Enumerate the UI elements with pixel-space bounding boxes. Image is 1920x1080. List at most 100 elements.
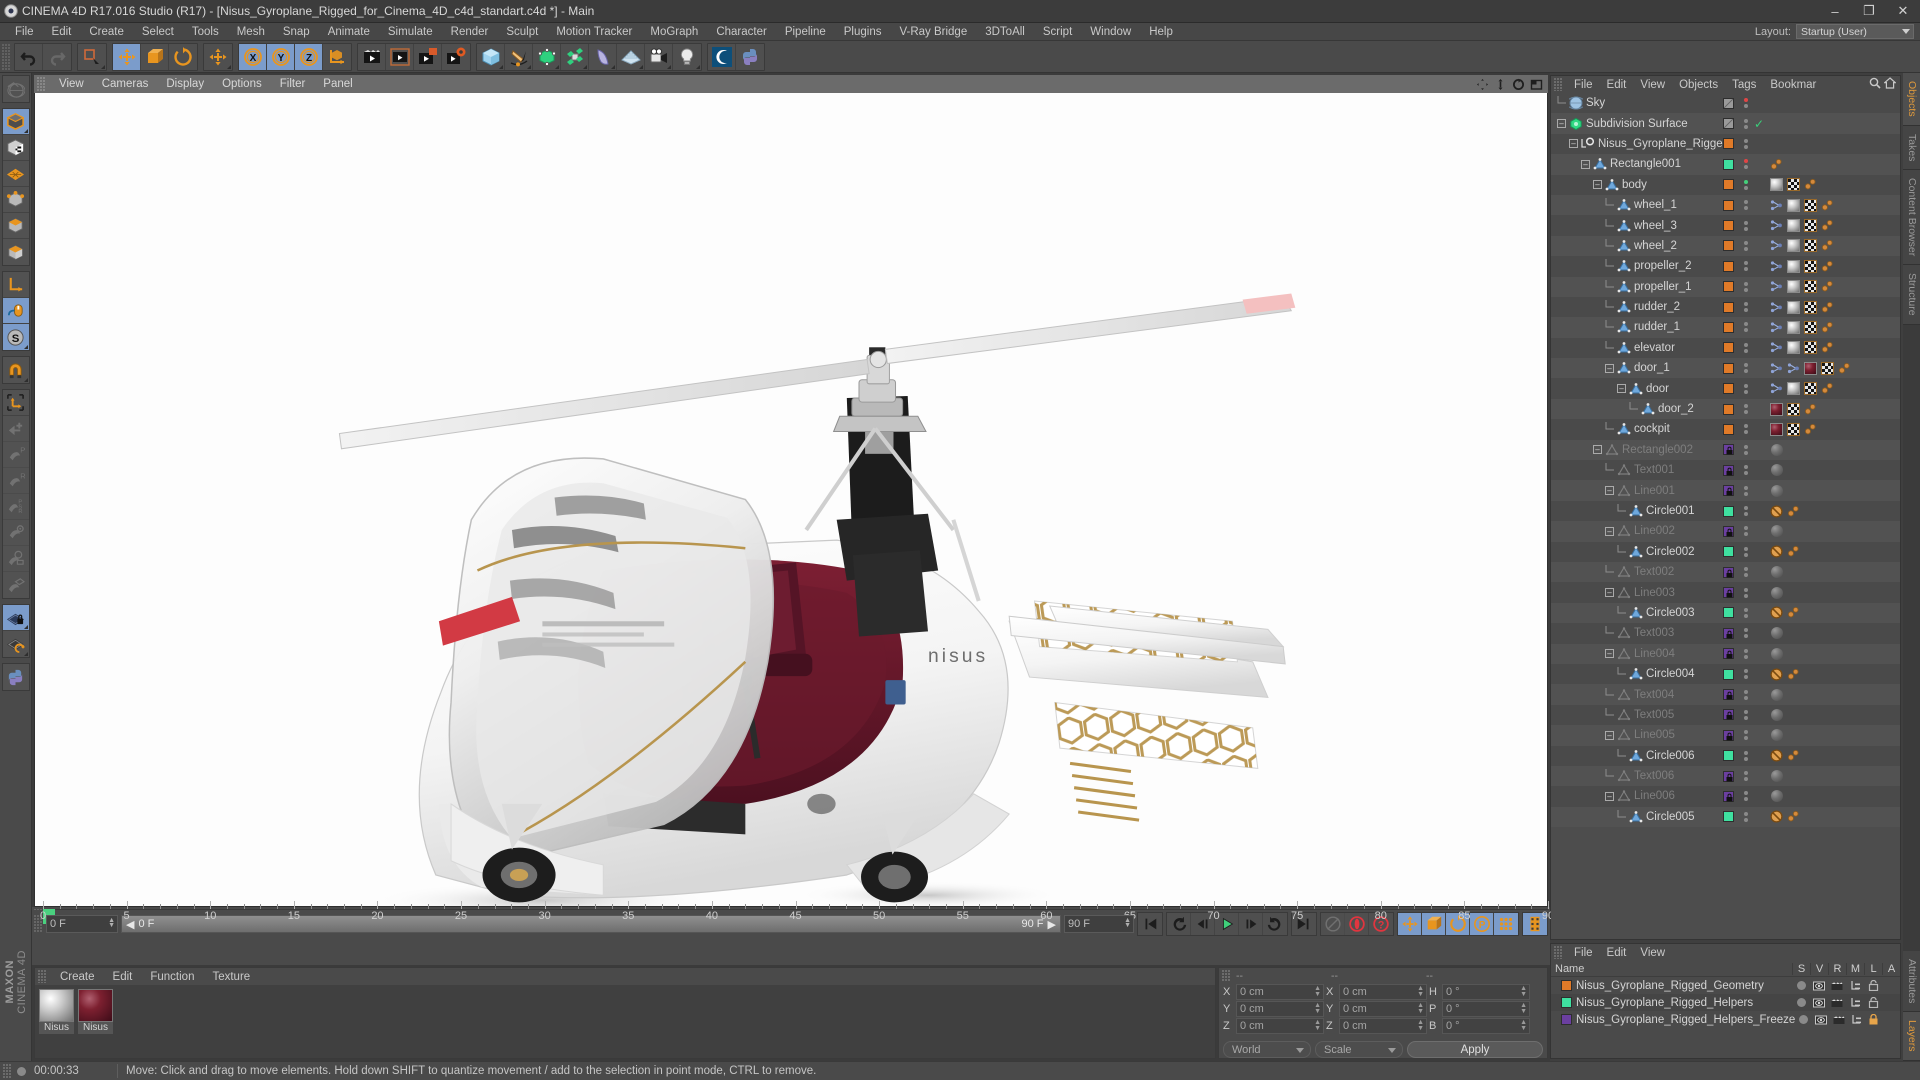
- menu-pipeline[interactable]: Pipeline: [776, 23, 835, 41]
- add-generator-button[interactable]: [533, 43, 561, 70]
- layer-color-swatch[interactable]: [1723, 485, 1734, 497]
- preview-range-bar[interactable]: ◀ 0 F 90 F ▶: [121, 915, 1061, 933]
- visibility-dots[interactable]: [1741, 200, 1750, 211]
- visibility-dots[interactable]: [1741, 689, 1750, 700]
- point-mode-button[interactable]: [2, 187, 29, 213]
- tag-mat-metal-icon[interactable]: [1786, 279, 1801, 294]
- layermgr-menu-file[interactable]: File: [1567, 947, 1600, 959]
- menu-help[interactable]: Help: [1140, 23, 1182, 41]
- workplane-center-button[interactable]: [2, 520, 29, 546]
- viewport-menu-view[interactable]: View: [50, 75, 93, 93]
- tag-beads-icon[interactable]: [1803, 422, 1818, 437]
- visibility-dots[interactable]: [1741, 240, 1750, 251]
- object-row[interactable]: Text001: [1551, 460, 1900, 481]
- collapse-toggle-icon[interactable]: –: [1603, 647, 1616, 660]
- collapse-toggle-icon[interactable]: –: [1603, 484, 1616, 497]
- tag-xpresso-icon[interactable]: [1769, 320, 1784, 335]
- tag-xpresso-icon[interactable]: [1769, 279, 1784, 294]
- collapse-toggle-icon[interactable]: –: [1579, 158, 1592, 171]
- layer-color-swatch[interactable]: [1723, 342, 1734, 354]
- lock-workplane-button[interactable]: [2, 605, 29, 631]
- python-button[interactable]: [736, 44, 764, 70]
- undo-button[interactable]: [15, 43, 43, 70]
- autokeying-button[interactable]: [1321, 913, 1345, 935]
- layer-lock-toggle[interactable]: [1864, 997, 1882, 1008]
- record-pla-button[interactable]: P: [1470, 913, 1494, 935]
- tag-xpresso-icon[interactable]: [1769, 381, 1784, 396]
- tag-grey-ball-icon[interactable]: [1769, 442, 1784, 457]
- layer-color-swatch[interactable]: [1723, 362, 1734, 374]
- layer-render-toggle[interactable]: [1828, 998, 1846, 1008]
- add-floor-button[interactable]: [617, 43, 645, 70]
- tag-beads-icon[interactable]: [1786, 504, 1801, 519]
- object-row[interactable]: Circle003: [1551, 602, 1900, 624]
- tag-grey-ball-icon[interactable]: [1769, 585, 1784, 600]
- object-tree[interactable]: Sky – Subdivision Surface ✓ – Nisus_Gyroplane…: [1551, 93, 1900, 939]
- lock-z-axis-button[interactable]: Z: [295, 43, 323, 70]
- record-scale-button[interactable]: [1422, 913, 1446, 935]
- tag-mat-metal-icon[interactable]: [1786, 320, 1801, 335]
- tag-beads-icon[interactable]: [1786, 748, 1801, 763]
- visibility-dots[interactable]: [1741, 363, 1750, 374]
- maximize-button[interactable]: ❐: [1852, 0, 1886, 23]
- layer-color-swatch[interactable]: [1723, 179, 1734, 191]
- object-row[interactable]: – Line006: [1551, 786, 1900, 807]
- position-y-input[interactable]: 0 cm ▲ ▼: [1236, 1001, 1324, 1017]
- layer-color-swatch[interactable]: [1723, 138, 1734, 150]
- visibility-dots[interactable]: [1741, 220, 1750, 231]
- layer-color-swatch[interactable]: [1723, 260, 1734, 272]
- go-to-next-key-button[interactable]: [1263, 913, 1287, 935]
- visibility-dots[interactable]: [1741, 669, 1750, 680]
- tag-no-render-icon[interactable]: [1769, 504, 1784, 519]
- layer-color-swatch[interactable]: [1723, 240, 1734, 252]
- visibility-dots[interactable]: [1741, 404, 1750, 415]
- object-row[interactable]: Text002: [1551, 561, 1900, 583]
- lock-y-axis-button[interactable]: Y: [267, 43, 295, 70]
- workplane-align-button[interactable]: [2, 546, 29, 572]
- objmgr-menu-view[interactable]: View: [1633, 79, 1672, 91]
- object-row[interactable]: – Line002: [1551, 521, 1900, 542]
- tag-mat-red-icon[interactable]: [1803, 361, 1818, 376]
- tag-grey-ball-icon[interactable]: [1769, 728, 1784, 743]
- layer-color-swatch[interactable]: [1561, 997, 1572, 1008]
- workplane-r-button[interactable]: R: [2, 468, 29, 494]
- layer-color-swatch[interactable]: [1723, 770, 1734, 782]
- tag-grey-ball-icon[interactable]: [1769, 463, 1784, 478]
- tag-grey-ball-icon[interactable]: [1769, 646, 1784, 661]
- menu-motion-tracker[interactable]: Motion Tracker: [547, 23, 641, 41]
- object-row[interactable]: – Nisus_Gyroplane_Rigged: [1551, 133, 1900, 155]
- object-row[interactable]: Circle002: [1551, 541, 1900, 562]
- spinner-icon-2[interactable]: ▲ ▼: [1124, 917, 1131, 929]
- object-row[interactable]: elevator: [1551, 337, 1900, 359]
- layer-color-swatch[interactable]: [1723, 607, 1734, 619]
- material-preview[interactable]: [39, 989, 74, 1022]
- material-list[interactable]: Nisus Nisus: [35, 985, 1215, 1058]
- make-editable-button[interactable]: [2, 109, 29, 135]
- tag-mat-metal-icon[interactable]: [1786, 238, 1801, 253]
- menu-create[interactable]: Create: [80, 23, 133, 41]
- visibility-dots[interactable]: [1741, 302, 1750, 313]
- object-row[interactable]: Text006: [1551, 765, 1900, 787]
- tag-no-render-icon[interactable]: [1769, 605, 1784, 620]
- visibility-dots[interactable]: [1741, 730, 1750, 741]
- maximize-view-icon[interactable]: [1528, 76, 1544, 92]
- object-axis-button[interactable]: [2, 272, 29, 298]
- layer-lock-toggle[interactable]: [1864, 980, 1882, 991]
- snap-settings-button[interactable]: S: [2, 324, 29, 350]
- add-cube-button[interactable]: [477, 43, 505, 70]
- object-row[interactable]: cockpit: [1551, 419, 1900, 440]
- object-row[interactable]: – Subdivision Surface ✓: [1551, 113, 1900, 134]
- size-x-input[interactable]: 0 cm ▲ ▼: [1339, 984, 1427, 1000]
- tag-mat-red-icon[interactable]: [1769, 402, 1784, 417]
- visibility-dots[interactable]: [1741, 587, 1750, 598]
- tag-uv-icon[interactable]: [1803, 279, 1818, 294]
- current-frame-input[interactable]: 0 F ▲ ▼: [46, 915, 118, 933]
- tag-xpresso-icon[interactable]: [1769, 361, 1784, 376]
- layer-color-swatch[interactable]: [1723, 505, 1734, 517]
- visibility-dots[interactable]: [1741, 607, 1750, 618]
- menu-simulate[interactable]: Simulate: [379, 23, 442, 41]
- tag-grey-ball-icon[interactable]: [1769, 769, 1784, 784]
- tag-grey-ball-icon[interactable]: [1769, 707, 1784, 722]
- tag-beads-icon[interactable]: [1820, 381, 1835, 396]
- tag-beads-icon[interactable]: [1786, 605, 1801, 620]
